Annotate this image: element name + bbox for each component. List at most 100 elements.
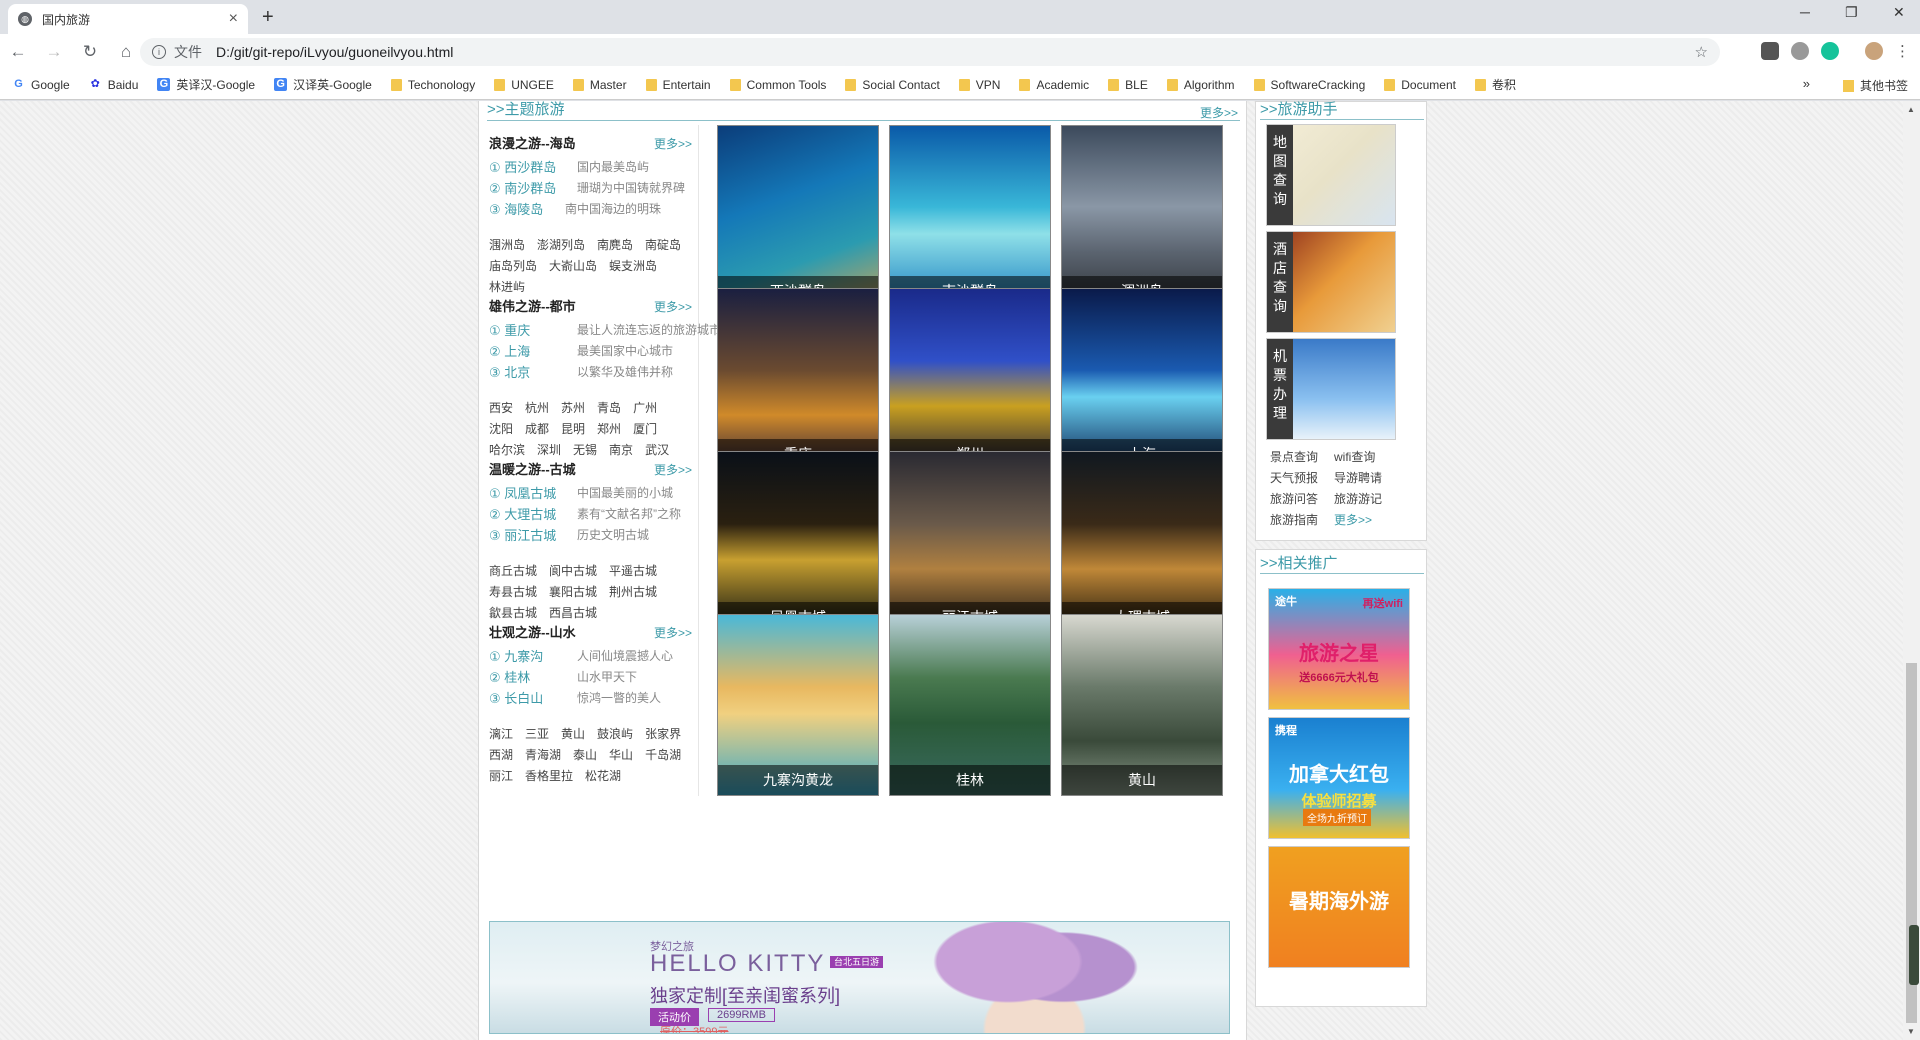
place-link[interactable]: 青岛 xyxy=(597,398,621,419)
bookmark-item[interactable]: Academic xyxy=(1019,78,1089,92)
helper-link[interactable]: 旅游问答 xyxy=(1270,489,1334,510)
theme-block-more-link[interactable]: 更多>> xyxy=(654,461,692,478)
destination-name[interactable]: ① 凤凰古城 xyxy=(489,486,556,501)
place-link[interactable]: 寿县古城 xyxy=(489,582,537,603)
side-widget[interactable] xyxy=(1909,925,1919,985)
destination-item[interactable]: ① 重庆 最让人流连忘返的旅游城市 xyxy=(489,320,721,339)
destination-item[interactable]: ③ 长白山 惊鸿一瞥的美人 xyxy=(489,688,661,707)
place-link[interactable]: 南麂岛 xyxy=(597,235,633,256)
place-link[interactable]: 平遥古城 xyxy=(609,561,657,582)
home-icon[interactable]: ⌂ xyxy=(108,42,144,62)
place-link[interactable]: 阆中古城 xyxy=(549,561,597,582)
extension-icon[interactable] xyxy=(1791,42,1809,60)
place-link[interactable]: 襄阳古城 xyxy=(549,582,597,603)
menu-icon[interactable]: ⋮ xyxy=(1895,42,1910,60)
destination-name[interactable]: ③ 长白山 xyxy=(489,691,543,706)
promo-ad[interactable]: 携程 全场九折预订 加拿大红包 体验师招募 xyxy=(1268,717,1410,839)
bookmark-item[interactable]: Techonology xyxy=(390,78,475,92)
place-link[interactable]: 西安 xyxy=(489,398,513,419)
place-link[interactable]: 成都 xyxy=(525,419,549,440)
helper-service[interactable]: 地图查询 xyxy=(1266,124,1396,226)
place-link[interactable]: 蜈支洲岛 xyxy=(609,256,657,277)
destination-photo[interactable]: 桂林 xyxy=(889,614,1051,796)
destination-photo[interactable]: 黄山 xyxy=(1061,614,1223,796)
restore-icon[interactable]: ❐ xyxy=(1845,4,1858,21)
place-link[interactable]: 华山 xyxy=(609,745,633,766)
bookmark-item[interactable]: G Google xyxy=(12,78,69,92)
helper-link[interactable]: 导游聘请 xyxy=(1334,468,1398,489)
bookmark-item[interactable]: Algorithm xyxy=(1166,78,1235,92)
tab-active[interactable]: ◍ 国内旅游 × xyxy=(8,4,248,34)
bookmark-item[interactable]: G 汉译英-Google xyxy=(274,76,372,93)
place-link[interactable]: 松花湖 xyxy=(585,766,621,787)
info-icon[interactable]: i xyxy=(152,45,166,59)
destination-photo[interactable]: 南沙群岛 xyxy=(889,125,1051,307)
place-link[interactable]: 香格里拉 xyxy=(525,766,573,787)
place-link[interactable]: 商丘古城 xyxy=(489,561,537,582)
destination-item[interactable]: ③ 北京 以繁华及雄伟并称 xyxy=(489,362,673,381)
bookmarks-more-icon[interactable]: » xyxy=(1803,76,1810,91)
place-link[interactable]: 庙岛列岛 xyxy=(489,256,537,277)
destination-item[interactable]: ② 大理古城 素有“文献名邦”之称 xyxy=(489,504,681,523)
place-link[interactable]: 沈阳 xyxy=(489,419,513,440)
place-link[interactable]: 昆明 xyxy=(561,419,585,440)
destination-photo[interactable]: 西沙群岛 xyxy=(717,125,879,307)
destination-name[interactable]: ③ 丽江古城 xyxy=(489,528,556,543)
bookmark-item[interactable]: 卷积 xyxy=(1474,76,1516,93)
bookmark-item[interactable]: VPN xyxy=(958,78,1000,92)
destination-name[interactable]: ② 桂林 xyxy=(489,670,530,685)
destination-photo[interactable]: 上海 xyxy=(1061,288,1223,470)
destination-name[interactable]: ③ 海陵岛 xyxy=(489,202,543,217)
hello-kitty-banner[interactable]: 梦幻之旅 HELLO KITTY 台北五日游 独家定制[至亲闺蜜系列] 活动价 … xyxy=(489,921,1230,1034)
window-close-icon[interactable]: ✕ xyxy=(1893,4,1905,21)
destination-name[interactable]: ① 重庆 xyxy=(489,323,530,338)
reload-icon[interactable]: ↻ xyxy=(72,42,108,62)
extension-icon[interactable] xyxy=(1761,42,1779,60)
destination-item[interactable]: ① 凤凰古城 中国最美丽的小城 xyxy=(489,483,673,502)
place-link[interactable]: 郑州 xyxy=(597,419,621,440)
place-link[interactable]: 西湖 xyxy=(489,745,513,766)
bookmark-item[interactable]: Entertain xyxy=(645,78,711,92)
url-text[interactable]: D:/git/git-repo/iLvyou/guoneilvyou.html xyxy=(216,44,453,60)
bookmark-item[interactable]: UNGEE xyxy=(494,78,554,92)
destination-photo[interactable]: 九寨沟黄龙 xyxy=(717,614,879,796)
theme-more-link[interactable]: 更多>> xyxy=(1200,104,1238,122)
grammarly-icon[interactable] xyxy=(1821,42,1839,60)
bookmark-item[interactable]: Common Tools xyxy=(729,78,826,92)
destination-name[interactable]: ① 西沙群岛 xyxy=(489,160,556,175)
helper-link[interactable]: 更多>> xyxy=(1334,510,1398,531)
other-bookmarks[interactable]: 其他书签 xyxy=(1842,77,1908,94)
place-link[interactable]: 大嵛山岛 xyxy=(549,256,597,277)
destination-photo[interactable]: 重庆 xyxy=(717,288,879,470)
promo-ad[interactable]: 途牛 再送wifi 旅游之星 送6666元大礼包 xyxy=(1268,588,1410,710)
bookmark-item[interactable]: G 英译汉-Google xyxy=(157,76,255,93)
destination-item[interactable]: ① 西沙群岛 国内最美岛屿 xyxy=(489,157,649,176)
destination-item[interactable]: ③ 海陵岛 南中国海边的明珠 xyxy=(489,199,661,218)
theme-block-more-link[interactable]: 更多>> xyxy=(654,298,692,315)
place-link[interactable]: 南碇岛 xyxy=(645,235,681,256)
place-link[interactable]: 青海湖 xyxy=(525,745,561,766)
destination-item[interactable]: ② 上海 最美国家中心城市 xyxy=(489,341,673,360)
place-link[interactable]: 鼓浪屿 xyxy=(597,724,633,745)
place-link[interactable]: 三亚 xyxy=(525,724,549,745)
bookmark-item[interactable]: Master xyxy=(572,78,627,92)
helper-link[interactable]: 天气预报 xyxy=(1270,468,1334,489)
destination-item[interactable]: ① 九寨沟 人间仙境震撼人心 xyxy=(489,646,673,665)
destination-name[interactable]: ① 九寨沟 xyxy=(489,649,543,664)
helper-link[interactable]: 景点查询 xyxy=(1270,447,1334,468)
place-link[interactable]: 荆州古城 xyxy=(609,582,657,603)
place-link[interactable]: 泰山 xyxy=(573,745,597,766)
helper-link[interactable]: 旅游游记 xyxy=(1334,489,1398,510)
place-link[interactable]: 漓江 xyxy=(489,724,513,745)
destination-photo[interactable]: 凤凰古城 xyxy=(717,451,879,633)
place-link[interactable]: 广州 xyxy=(633,398,657,419)
destination-name[interactable]: ② 大理古城 xyxy=(489,507,556,522)
place-link[interactable]: 丽江 xyxy=(489,766,513,787)
place-link[interactable]: 苏州 xyxy=(561,398,585,419)
place-link[interactable]: 张家界 xyxy=(645,724,681,745)
forward-icon[interactable]: → xyxy=(36,42,72,62)
place-link[interactable]: 涠洲岛 xyxy=(489,235,525,256)
bookmark-item[interactable]: ✿ Baidu xyxy=(89,78,139,92)
avatar[interactable] xyxy=(1865,42,1883,60)
destination-photo[interactable]: 涠洲岛 xyxy=(1061,125,1223,307)
